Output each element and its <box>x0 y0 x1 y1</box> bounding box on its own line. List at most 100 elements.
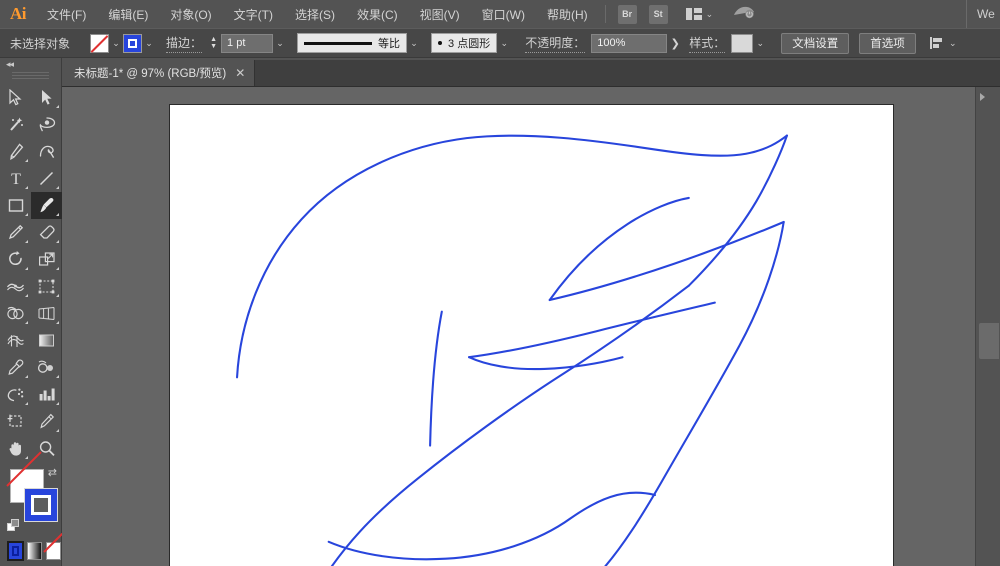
preferences-button[interactable]: 首选项 <box>859 32 916 54</box>
app-logo: Ai <box>10 4 27 23</box>
tool-lasso[interactable] <box>31 111 62 138</box>
tool-scale[interactable] <box>31 246 62 273</box>
stroke-profile-chevron-down-icon[interactable]: ⌄ <box>407 34 421 53</box>
selection-status: 未选择对象 <box>10 36 71 51</box>
bridge-badge[interactable]: Br <box>617 4 637 24</box>
chevron-down-icon: ⌄ <box>705 8 714 19</box>
leaf-vein-upper-curve[interactable] <box>548 196 690 302</box>
tool-flyout-indicator <box>56 402 59 405</box>
stroke-swatch[interactable] <box>123 33 143 53</box>
menu-window[interactable]: 窗口(W) <box>471 0 536 28</box>
opacity-more-icon[interactable]: ❯ <box>667 37 683 50</box>
tools-drag-grip[interactable] <box>12 72 49 81</box>
tool-flyout-indicator <box>25 159 28 162</box>
panel-tab-handle[interactable] <box>979 323 999 359</box>
tool-magic-wand[interactable] <box>0 111 31 138</box>
tool-width[interactable] <box>0 273 31 300</box>
tool-gradient[interactable] <box>31 327 62 354</box>
tool-direct-selection[interactable] <box>31 84 62 111</box>
leaf-midrib[interactable] <box>311 284 690 566</box>
leaf-tip-right[interactable] <box>687 134 788 287</box>
leaf-vein-long-right[interactable] <box>548 220 785 302</box>
tool-selection[interactable] <box>0 84 31 111</box>
menu-view[interactable]: 视图(V) <box>409 0 471 28</box>
illustrator-window: Ai 文件(F) 编辑(E) 对象(O) 文字(T) 选择(S) 效果(C) 视… <box>0 0 1000 566</box>
artboard[interactable] <box>170 105 893 566</box>
tool-symbol-sprayer[interactable] <box>0 381 31 408</box>
creative-cloud-icon[interactable] <box>733 4 755 25</box>
tool-rectangle[interactable] <box>0 192 31 219</box>
control-bar: 未选择对象 ⌄ ⌄ 描边： ▲ ▼ 1 pt ⌄ 等比 ⌄ 3 点圆形 ⌄ 不透明… <box>0 28 1000 58</box>
document-tab[interactable]: 未标题-1* @ 97% (RGB/预览) ✕ <box>62 60 256 86</box>
leaf-vein-mid-lower-tail[interactable] <box>468 356 624 371</box>
stroke-weight-field[interactable]: 1 pt <box>221 33 274 53</box>
default-fill-stroke-icon[interactable] <box>7 519 20 532</box>
tool-eraser[interactable] <box>31 219 62 246</box>
leaf-outline-upper[interactable] <box>236 134 788 379</box>
tool-mesh[interactable] <box>0 327 31 354</box>
tool-curvature[interactable] <box>31 138 62 165</box>
menu-edit[interactable]: 编辑(E) <box>97 0 159 28</box>
swap-fill-stroke-icon[interactable]: ⇄ <box>48 466 57 479</box>
mode-color-button[interactable] <box>7 541 24 561</box>
right-panel-rail[interactable] <box>975 87 1000 566</box>
stroke-chevron-down-icon[interactable]: ⌄ <box>142 34 156 53</box>
opacity-label: 不透明度： <box>525 34 586 53</box>
tool-artboard[interactable] <box>0 408 31 435</box>
menu-object[interactable]: 对象(O) <box>159 0 222 28</box>
leaf-lower-edge[interactable] <box>327 491 657 561</box>
mode-gradient-button[interactable] <box>27 542 42 560</box>
tool-line-segment[interactable] <box>31 165 62 192</box>
tool-column-graph[interactable] <box>31 381 62 408</box>
mode-none-button[interactable] <box>46 542 61 560</box>
tools-collapse-icon[interactable]: ◂◂ <box>0 58 61 71</box>
stock-badge[interactable]: St <box>648 4 668 24</box>
menu-type[interactable]: 文字(T) <box>223 0 284 28</box>
draw-mode-buttons <box>0 560 61 566</box>
style-chevron-down-icon[interactable]: ⌄ <box>753 34 767 53</box>
tool-slice[interactable] <box>31 408 62 435</box>
align-chevron-down-icon[interactable]: ⌄ <box>946 34 960 53</box>
tool-eyedropper[interactable] <box>0 354 31 381</box>
expand-panels-icon[interactable] <box>980 93 985 101</box>
document-setup-button[interactable]: 文档设置 <box>781 32 850 54</box>
menu-effect[interactable]: 效果(C) <box>346 0 409 28</box>
workspace-switcher[interactable]: ⌄ <box>680 3 720 25</box>
leaf-stem-outer[interactable] <box>563 220 785 566</box>
close-icon[interactable]: ✕ <box>235 67 245 79</box>
menu-select[interactable]: 选择(S) <box>284 0 346 28</box>
tool-paintbrush[interactable] <box>31 192 62 219</box>
stroke-profile-combo[interactable]: 等比 <box>297 33 408 53</box>
menu-file[interactable]: 文件(F) <box>36 0 97 28</box>
menu-help[interactable]: 帮助(H) <box>536 0 599 28</box>
tool-hand[interactable] <box>0 435 31 462</box>
tool-free-transform[interactable] <box>31 273 62 300</box>
stroke-weight-chevron-down-icon[interactable]: ⌄ <box>273 34 287 53</box>
stroke-profile-preview-icon <box>304 41 373 45</box>
tool-perspective-grid[interactable] <box>31 300 62 327</box>
tool-flyout-indicator <box>56 240 59 243</box>
canvas-area[interactable] <box>62 87 975 566</box>
fill-chevron-down-icon[interactable]: ⌄ <box>109 34 123 53</box>
brush-chevron-down-icon[interactable]: ⌄ <box>497 34 511 53</box>
fill-swatch[interactable] <box>90 33 110 53</box>
tool-flyout-indicator <box>25 456 28 459</box>
stroke-weight-stepper[interactable]: ▲ ▼ <box>208 34 219 53</box>
leaf-line-drawing <box>236 134 788 566</box>
opacity-field[interactable]: 100% <box>591 33 668 53</box>
leaf-vein-short-vertical[interactable] <box>429 310 443 447</box>
tool-shape-builder[interactable] <box>0 300 31 327</box>
style-swatch[interactable] <box>731 33 754 53</box>
leaf-vein-mid-lower[interactable] <box>468 301 716 359</box>
stroke-profile-label: 等比 <box>378 38 401 50</box>
align-icon[interactable] <box>929 36 946 50</box>
tool-rotate[interactable] <box>0 246 31 273</box>
tool-type[interactable]: T <box>0 165 31 192</box>
tool-pen[interactable] <box>0 138 31 165</box>
stroke-swatch-blue[interactable] <box>24 488 58 522</box>
tool-pencil[interactable] <box>0 219 31 246</box>
tool-blend[interactable] <box>31 354 62 381</box>
tools-grid: T <box>0 84 62 462</box>
tool-flyout-indicator <box>25 267 28 270</box>
brush-definition-combo[interactable]: 3 点圆形 <box>431 33 498 53</box>
